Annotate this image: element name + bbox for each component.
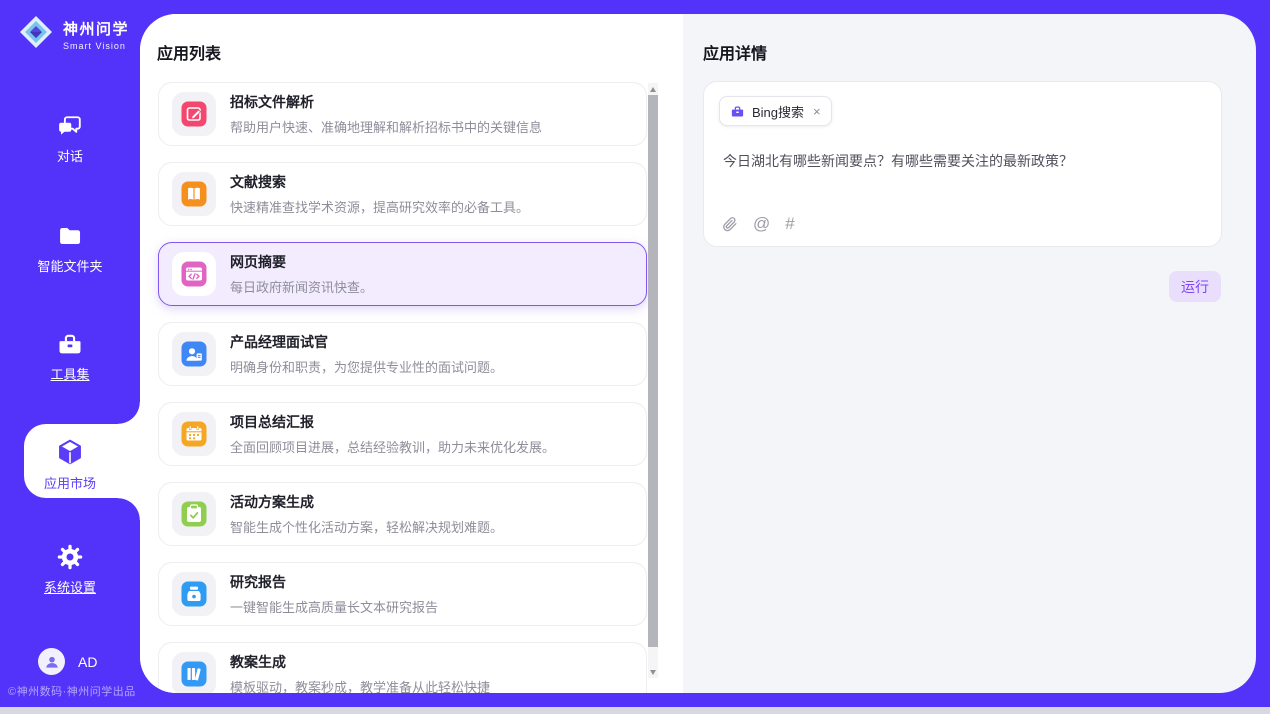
app-card[interactable]: 项目总结汇报 全面回顾项目进展，总结经验教训，助力未来优化发展。 xyxy=(158,402,647,466)
app-card-desc: 一键智能生成高质量长文本研究报告 xyxy=(230,597,438,616)
brand-logo: 神州问学 Smart Vision xyxy=(17,13,129,56)
app-card-desc: 智能生成个性化活动方案，轻松解决规划难题。 xyxy=(230,517,503,536)
brand-subtitle: Smart Vision xyxy=(63,41,129,51)
app-card[interactable]: 研究报告 一键智能生成高质量长文本研究报告 xyxy=(158,562,647,626)
user-initials: AD xyxy=(78,654,97,670)
app-icon-box xyxy=(172,332,216,376)
prompt-input[interactable]: 今日湖北有哪些新闻要点？有哪些需要关注的最新政策？ xyxy=(723,151,1205,172)
mention-icon[interactable]: @ xyxy=(753,215,770,232)
user-account[interactable]: AD xyxy=(38,648,97,675)
edit-icon xyxy=(181,101,207,127)
books-icon xyxy=(181,661,207,687)
app-card-desc: 每日政府新闻资讯快查。 xyxy=(230,277,373,296)
ink-icon xyxy=(181,581,207,607)
tool-tag-label: Bing搜索 xyxy=(752,102,804,121)
app-card-desc: 明确身份和职责，为您提供专业性的面试问题。 xyxy=(230,357,503,376)
app-card[interactable]: 活动方案生成 智能生成个性化活动方案，轻松解决规划难题。 xyxy=(158,482,647,546)
sidebar-item-label: 对话 xyxy=(57,150,83,163)
app-card-title: 网页摘要 xyxy=(230,252,373,272)
composer-toolbar: @ # xyxy=(721,215,795,232)
list-scrollbar[interactable] xyxy=(648,83,658,678)
sidebar-item-settings[interactable]: 系统设置 xyxy=(0,543,140,594)
scroll-up-icon[interactable] xyxy=(648,83,658,95)
sidebar-item-chat[interactable]: 对话 xyxy=(0,112,140,163)
paperclip-icon[interactable] xyxy=(721,215,738,232)
sidebar: 神州问学 Smart Vision 对话 智能文件夹 xyxy=(0,0,140,707)
book-icon xyxy=(181,181,207,207)
app-card-desc: 帮助用户快速、准确地理解和解析招标书中的关键信息 xyxy=(230,117,542,136)
calendar-icon xyxy=(181,421,207,447)
gear-icon xyxy=(56,543,84,574)
browser-code-icon xyxy=(181,261,207,287)
app-card-title: 产品经理面试官 xyxy=(230,332,503,352)
briefcase-icon xyxy=(730,104,745,119)
sidebar-item-smart-folder[interactable]: 智能文件夹 xyxy=(0,222,140,273)
app-icon-box xyxy=(172,252,216,296)
scrollbar-thumb[interactable] xyxy=(648,95,658,647)
clipboard-check-icon xyxy=(181,501,207,527)
main-content: 应用列表 招标文件解析 帮助用户快速、准确地理解和解析招标书中的关键信息 xyxy=(140,14,1256,693)
app-card-title: 研究报告 xyxy=(230,572,438,592)
app-icon-box xyxy=(172,652,216,693)
sidebar-item-label: 系统设置 xyxy=(44,581,96,594)
app-icon-box xyxy=(172,412,216,456)
cube-icon xyxy=(55,437,85,470)
run-button[interactable]: 运行 xyxy=(1169,271,1221,302)
tool-tag-bing[interactable]: Bing搜索 × xyxy=(719,96,832,126)
app-icon-box xyxy=(172,492,216,536)
sidebar-item-label: 工具集 xyxy=(50,368,89,381)
app-card[interactable]: 文献搜索 快速精准查找学术资源，提高研究效率的必备工具。 xyxy=(158,162,647,226)
sidebar-item-app-market[interactable]: 应用市场 xyxy=(0,437,140,490)
app-card[interactable]: 教案生成 模板驱动，教案秒成，教学准备从此轻松快捷 xyxy=(158,642,647,693)
app-card[interactable]: 招标文件解析 帮助用户快速、准确地理解和解析招标书中的关键信息 xyxy=(158,82,647,146)
app-card-desc: 全面回顾项目进展，总结经验教训，助力未来优化发展。 xyxy=(230,437,555,456)
sidebar-item-label: 应用市场 xyxy=(44,477,96,490)
folder-icon xyxy=(56,222,84,253)
app-card-title: 文献搜索 xyxy=(230,172,529,192)
app-card-desc: 模板驱动，教案秒成，教学准备从此轻松快捷 xyxy=(230,677,490,693)
avatar xyxy=(38,648,65,675)
hash-icon[interactable]: # xyxy=(785,215,794,232)
app-detail-panel: 应用详情 Bing搜索 × 今日湖北有哪些新闻要点？有哪些需要关注的最新政策？ xyxy=(683,14,1256,693)
app-list-title: 应用列表 xyxy=(157,40,221,64)
app-icon-box xyxy=(172,92,216,136)
sidebar-item-label: 智能文件夹 xyxy=(37,260,102,273)
interviewer-icon xyxy=(181,341,207,367)
app-icon-box xyxy=(172,172,216,216)
app-card[interactable]: 产品经理面试官 明确身份和职责，为您提供专业性的面试问题。 xyxy=(158,322,647,386)
app-detail-title: 应用详情 xyxy=(703,40,767,64)
person-icon xyxy=(44,654,60,670)
sidebar-item-toolset[interactable]: 工具集 xyxy=(0,330,140,381)
prompt-composer[interactable]: Bing搜索 × 今日湖北有哪些新闻要点？有哪些需要关注的最新政策？ @ # xyxy=(703,81,1222,247)
app-frame: 神州问学 Smart Vision 对话 智能文件夹 xyxy=(0,0,1270,707)
app-icon-box xyxy=(172,572,216,616)
app-card-desc: 快速精准查找学术资源，提高研究效率的必备工具。 xyxy=(230,197,529,216)
copyright-text: ©神州数码·神州问学出品 xyxy=(8,683,140,699)
app-card-title: 项目总结汇报 xyxy=(230,412,555,432)
app-card-title: 招标文件解析 xyxy=(230,92,542,112)
app-list-panel: 应用列表 招标文件解析 帮助用户快速、准确地理解和解析招标书中的关键信息 xyxy=(140,14,683,693)
scroll-down-icon[interactable] xyxy=(648,666,658,678)
app-card-title: 活动方案生成 xyxy=(230,492,503,512)
close-icon[interactable]: × xyxy=(813,104,821,119)
brand-name: 神州问学 xyxy=(63,18,129,39)
app-card-title: 教案生成 xyxy=(230,652,490,672)
chat-icon xyxy=(56,112,84,143)
diamond-logo-icon xyxy=(17,13,55,56)
toolbox-icon xyxy=(56,330,84,361)
app-card-selected[interactable]: 网页摘要 每日政府新闻资讯快查。 xyxy=(158,242,647,306)
